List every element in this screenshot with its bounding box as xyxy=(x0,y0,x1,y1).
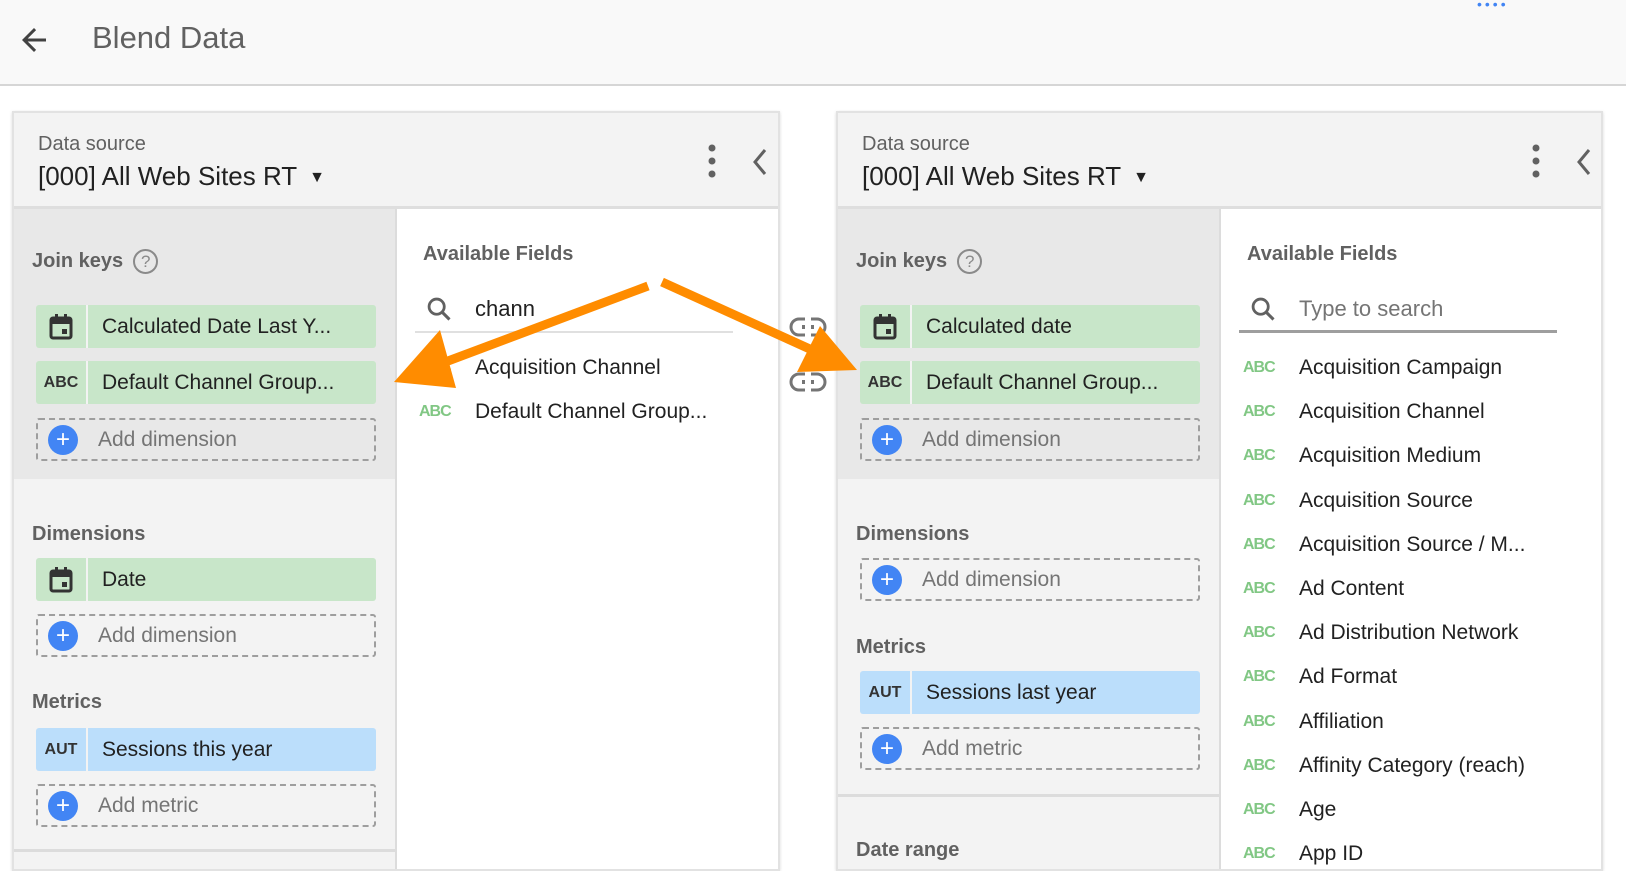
search-icon xyxy=(1251,297,1275,321)
text-type-icon: ABC xyxy=(1243,580,1276,597)
join-key-chip[interactable]: ABC Default Channel Group... xyxy=(36,361,376,404)
text-type-icon: ABC xyxy=(860,361,912,404)
data-source-select[interactable]: [000] All Web Sites RT ▼ xyxy=(38,161,325,192)
dimensions-heading: Dimensions xyxy=(32,523,146,545)
data-source-panel-left: Data source [000] All Web Sites RT ▼ Join… xyxy=(12,111,780,871)
add-dimension-button[interactable]: + Add dimension xyxy=(860,418,1200,461)
field-search[interactable]: chann xyxy=(415,287,733,333)
text-type-icon: ABC xyxy=(1243,756,1276,774)
help-icon[interactable]: ? xyxy=(133,249,159,274)
field-item[interactable]: ABC Default Channel Group... xyxy=(419,400,707,424)
add-dimension-button[interactable]: + Add dimension xyxy=(36,614,376,657)
data-source-name: [000] All Web Sites RT xyxy=(38,161,298,191)
blend-config: Join keys? Calculated date ABC Default Ch… xyxy=(838,209,1221,869)
metric-chip[interactable]: AUT Sessions last year xyxy=(860,671,1200,714)
field-item[interactable]: ABC App ID xyxy=(1243,842,1363,866)
plus-icon: + xyxy=(872,424,902,455)
field-item[interactable]: ABC Ad Distribution Network xyxy=(1243,621,1518,645)
metrics-heading: Metrics xyxy=(32,691,103,713)
text-type-icon: ABC xyxy=(1243,447,1276,465)
link-icon xyxy=(789,372,827,392)
plus-icon: + xyxy=(48,790,78,821)
aggregation-type-icon: AUT xyxy=(36,728,88,771)
chevron-left-icon[interactable] xyxy=(750,147,770,177)
top-bar: Blend Data •••• xyxy=(0,0,1626,86)
dimension-chip[interactable]: Date xyxy=(36,558,376,601)
text-type-icon: ABC xyxy=(419,359,452,376)
field-search[interactable]: Type to search xyxy=(1239,287,1557,333)
text-type-icon: ABC xyxy=(1243,801,1276,818)
text-type-icon: ABC xyxy=(419,403,452,420)
join-keys-heading: Join keys? xyxy=(32,249,159,274)
search-icon xyxy=(427,297,451,321)
field-item[interactable]: ABC Ad Format xyxy=(1243,665,1397,689)
kebab-menu-icon[interactable] xyxy=(1530,143,1542,179)
kebab-menu-icon[interactable] xyxy=(706,143,718,179)
plus-icon: + xyxy=(48,620,78,651)
text-type-icon: ABC xyxy=(1243,845,1276,863)
field-item[interactable]: ABC Age xyxy=(1243,798,1336,822)
text-type-icon: ABC xyxy=(1243,668,1276,686)
field-item[interactable]: ABC Acquisition Source xyxy=(1243,489,1473,513)
plus-icon: + xyxy=(872,564,902,595)
calendar-icon xyxy=(36,305,88,348)
text-type-icon: ABC xyxy=(1243,491,1276,509)
available-fields-heading: Available Fields xyxy=(423,243,574,265)
panel-header: Data source [000] All Web Sites RT ▼ xyxy=(838,113,1601,209)
add-dimension-button[interactable]: + Add dimension xyxy=(36,418,376,461)
date-range-heading: Date range xyxy=(856,839,960,861)
join-key-chip[interactable]: Calculated date xyxy=(860,305,1200,348)
arrow-left-icon[interactable] xyxy=(16,22,52,58)
join-keys-heading: Join keys? xyxy=(856,249,983,274)
field-item[interactable]: ABC Acquisition Medium xyxy=(1243,444,1481,468)
help-icon[interactable]: ? xyxy=(957,249,983,274)
calendar-icon xyxy=(860,305,912,348)
dimensions-heading: Dimensions xyxy=(856,523,970,545)
aggregation-type-icon: AUT xyxy=(860,671,912,714)
join-key-chip[interactable]: ABC Default Channel Group... xyxy=(860,361,1200,404)
caret-down-icon: ▼ xyxy=(1133,169,1150,187)
field-item[interactable]: ABC Affinity Category (reach) xyxy=(1243,754,1525,778)
text-type-icon: ABC xyxy=(1243,403,1276,421)
text-type-icon: ABC xyxy=(1243,359,1276,376)
available-fields: Available Fields Type to search ABC Acqui… xyxy=(1221,209,1601,869)
metric-chip[interactable]: AUT Sessions this year xyxy=(36,728,376,771)
field-item[interactable]: ABC Ad Content xyxy=(1243,577,1404,601)
search-input[interactable]: chann xyxy=(475,296,535,322)
available-fields-heading: Available Fields xyxy=(1247,243,1398,265)
field-item[interactable]: ABC Acquisition Channel xyxy=(1243,400,1485,424)
divider xyxy=(838,794,1219,797)
available-fields: Available Fields chann ABC Acquisition Ch… xyxy=(397,209,778,869)
page-title: Blend Data xyxy=(92,20,246,55)
add-dimension-button[interactable]: + Add dimension xyxy=(860,558,1200,601)
add-metric-button[interactable]: + Add metric xyxy=(36,784,376,827)
field-item[interactable]: ABC Affiliation xyxy=(1243,710,1384,734)
plus-icon: + xyxy=(872,733,902,764)
chevron-left-icon[interactable] xyxy=(1574,147,1594,177)
data-source-panel-right: Data source [000] All Web Sites RT ▼ Join… xyxy=(836,111,1603,871)
data-source-select[interactable]: [000] All Web Sites RT ▼ xyxy=(862,161,1149,192)
more-dots-icon[interactable]: •••• xyxy=(1477,0,1509,11)
field-item[interactable]: ABC Acquisition Source / M... xyxy=(1243,533,1525,557)
panel-header: Data source [000] All Web Sites RT ▼ xyxy=(14,113,778,209)
blend-config: Join keys? Calculated Date Last Y... ABC… xyxy=(14,209,397,869)
text-type-icon: ABC xyxy=(36,361,88,404)
text-type-icon: ABC xyxy=(1243,535,1276,553)
link-icon xyxy=(789,317,827,337)
field-item[interactable]: ABC Acquisition Channel xyxy=(419,356,661,380)
calendar-icon xyxy=(36,558,88,601)
data-source-label: Data source xyxy=(38,133,146,155)
text-type-icon: ABC xyxy=(1243,624,1276,642)
data-source-name: [000] All Web Sites RT xyxy=(862,161,1122,191)
text-type-icon: ABC xyxy=(1243,712,1276,730)
metrics-heading: Metrics xyxy=(856,636,927,658)
field-item[interactable]: ABC Acquisition Campaign xyxy=(1243,356,1502,380)
search-input[interactable]: Type to search xyxy=(1299,296,1443,322)
caret-down-icon: ▼ xyxy=(309,169,326,187)
add-metric-button[interactable]: + Add metric xyxy=(860,727,1200,770)
join-key-chip[interactable]: Calculated Date Last Y... xyxy=(36,305,376,348)
data-source-label: Data source xyxy=(862,133,970,155)
plus-icon: + xyxy=(48,424,78,455)
